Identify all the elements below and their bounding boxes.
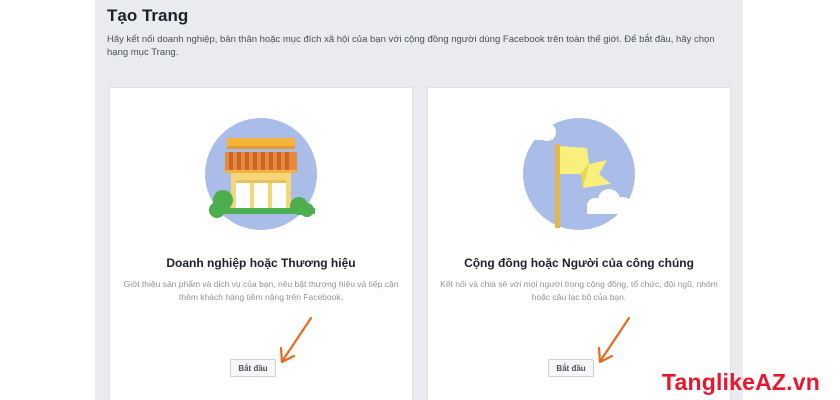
community-public-figure-card[interactable]: Cộng đồng hoặc Người của công chúng Kết … bbox=[428, 88, 730, 400]
arrow-icon bbox=[597, 316, 631, 364]
card-description: Kết nối và chia sẻ với mọi người trong c… bbox=[440, 279, 718, 302]
arrow-icon bbox=[279, 316, 313, 364]
card-title: Doanh nghiệp hoặc Thương hiệu bbox=[166, 256, 356, 270]
page-description: Hãy kết nối doanh nghiệp, bản thân hoặc … bbox=[107, 34, 715, 58]
page-title: Tạo Trang bbox=[107, 6, 189, 25]
start-business-button[interactable]: Bắt đầu bbox=[230, 359, 276, 377]
business-brand-card[interactable]: Doanh nghiệp hoặc Thương hiệu Giới thiệu… bbox=[110, 88, 412, 400]
flag-icon bbox=[523, 118, 635, 230]
start-community-button[interactable]: Bắt đầu bbox=[548, 359, 594, 377]
card-description: Giới thiệu sản phẩm và dịch vụ của bạn, … bbox=[123, 279, 399, 302]
watermark-logo: TanglikeAZ.vn bbox=[661, 369, 820, 395]
card-title: Cộng đồng hoặc Người của công chúng bbox=[464, 256, 694, 270]
storefront-icon bbox=[205, 118, 317, 230]
